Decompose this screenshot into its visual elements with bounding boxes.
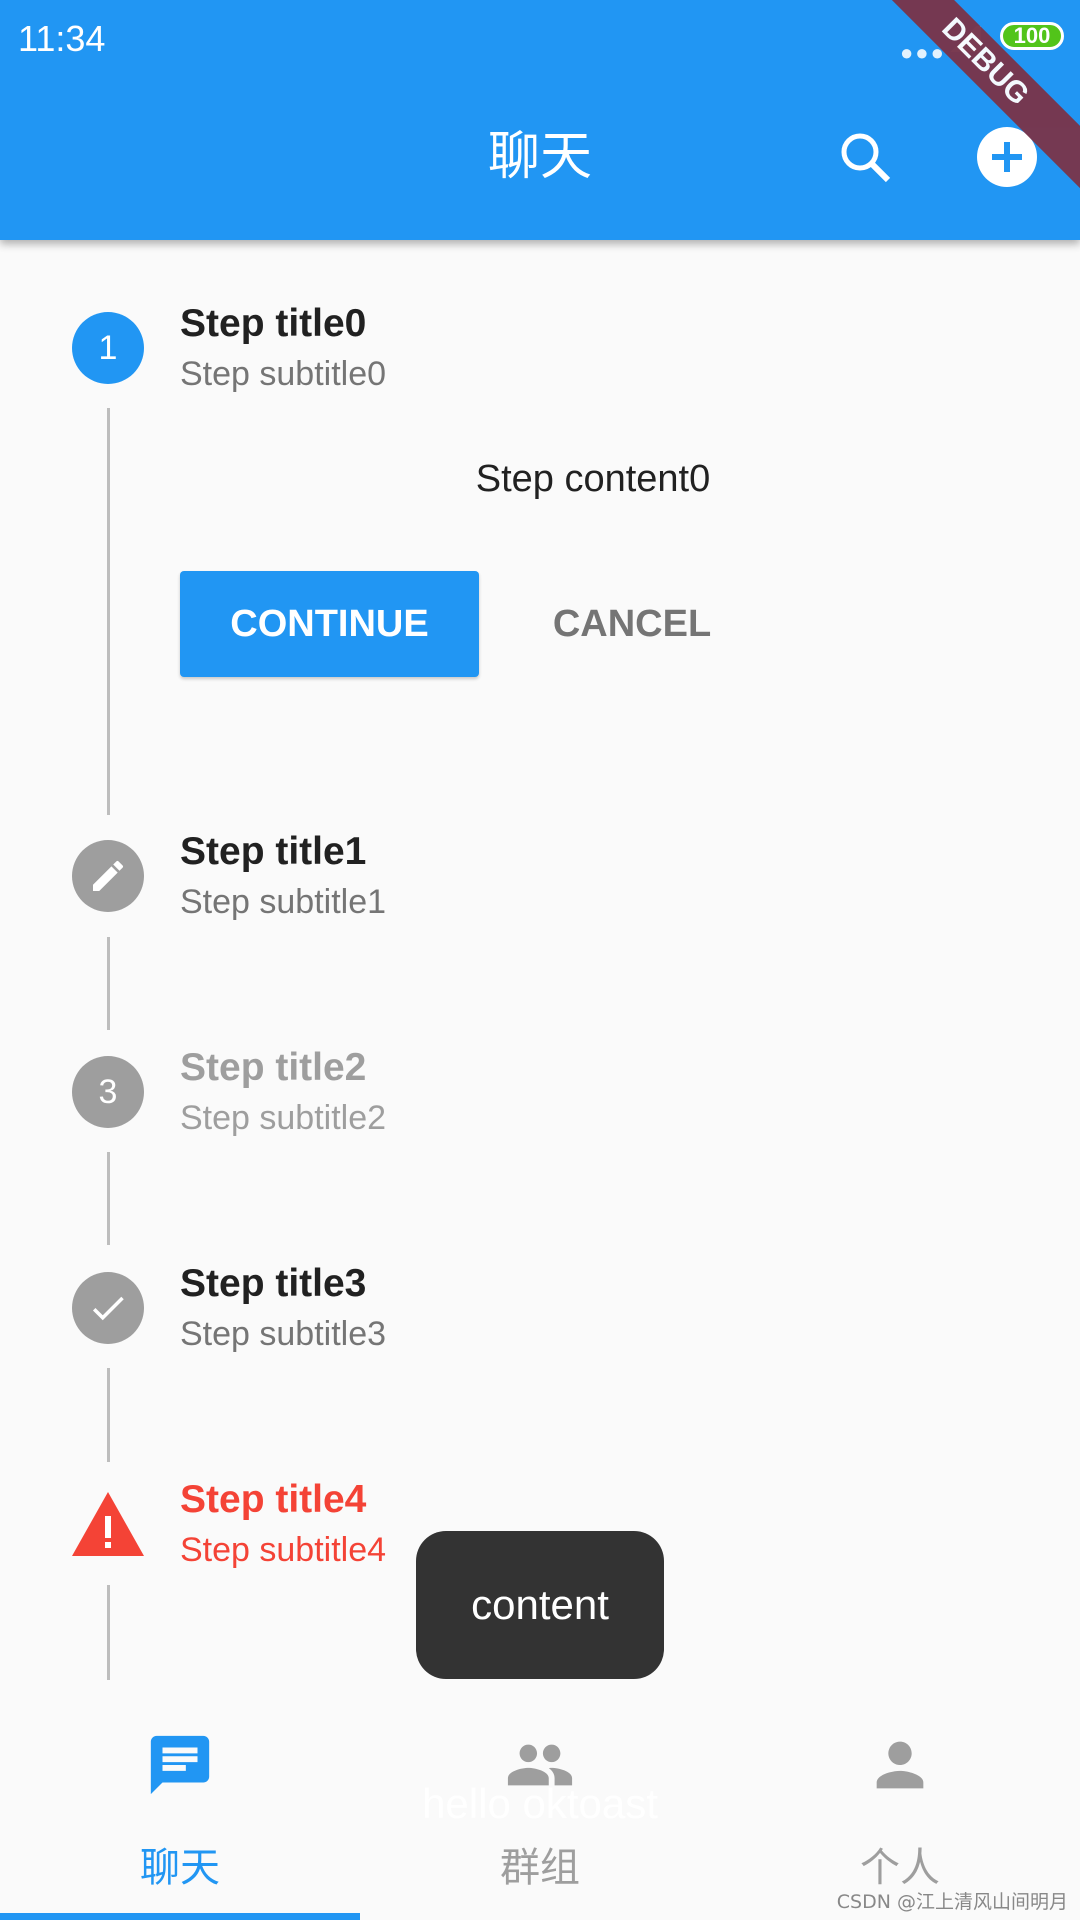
continue-button[interactable]: CONTINUE [180, 571, 479, 677]
step-content: Step content0 [475, 458, 711, 500]
step-title[interactable]: Step title1 [180, 830, 366, 874]
watermark: CSDN @江上清风山间明月 [836, 1891, 1068, 1913]
active-tab-indicator [0, 1913, 360, 1920]
search-icon[interactable] [838, 130, 894, 186]
step-title[interactable]: Step title3 [180, 1262, 366, 1306]
step-title[interactable]: Step title4 [180, 1478, 366, 1522]
step-subtitle: Step subtitle1 [180, 883, 387, 921]
step-connector [107, 1152, 110, 1245]
status-time: 11:34 [18, 18, 106, 59]
nav-label: 个人 [860, 1845, 940, 1891]
nav-label: 聊天 [140, 1845, 220, 1891]
step-subtitle: Step subtitle4 [180, 1531, 387, 1569]
step-number: 1 [98, 328, 118, 367]
step-number: 3 [98, 1072, 118, 1111]
page-title: 聊天 [487, 127, 592, 187]
app-bar: 11:34 ●●● 100 聊天 [0, 0, 1080, 240]
step-title: Step title2 [180, 1046, 367, 1089]
step-indicator-2[interactable] [72, 840, 144, 912]
step-connector [107, 1368, 110, 1462]
battery-indicator: 100 [1000, 22, 1064, 50]
step-indicator-4[interactable] [72, 1272, 144, 1344]
faint-toast-text: hello oktoast [422, 1780, 658, 1827]
step-connector [107, 1585, 110, 1680]
edit-icon [93, 860, 124, 891]
warning-icon [72, 1492, 144, 1556]
step-subtitle: Step subtitle2 [180, 1099, 387, 1137]
toast: content [416, 1531, 664, 1679]
step-subtitle: Step subtitle3 [180, 1315, 387, 1353]
step-subtitle: Step subtitle0 [180, 355, 387, 393]
nav-label: 群组 [500, 1845, 580, 1891]
step-connector [107, 408, 110, 815]
step-title[interactable]: Step title0 [180, 302, 366, 346]
step-indicator-1[interactable]: 1 [72, 312, 144, 384]
cancel-button[interactable]: CANCEL [520, 571, 744, 677]
step-indicator-3: 3 [72, 1056, 144, 1128]
step-connector [107, 937, 110, 1030]
check-icon [92, 1296, 124, 1321]
